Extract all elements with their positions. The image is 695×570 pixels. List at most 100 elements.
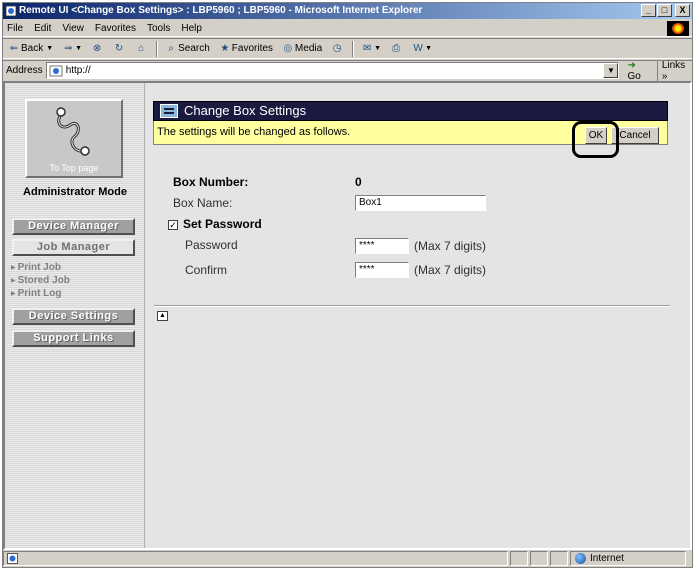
admin-mode-label: Administrator Mode — [23, 186, 127, 198]
forward-dropdown-icon: ▼ — [75, 45, 83, 52]
confirm-hint: (Max 7 digits) — [414, 263, 487, 277]
box-number-label: Box Number: — [173, 175, 249, 189]
search-icon: ⌕ — [168, 42, 174, 54]
forward-button[interactable]: ⇒ ▼ — [61, 43, 82, 55]
menu-file[interactable]: File — [7, 23, 23, 34]
edit-dropdown-icon: ▼ — [425, 45, 433, 52]
ie-page-icon — [5, 5, 17, 17]
ok-highlight-callout — [572, 121, 619, 158]
history-icon: ◷ — [332, 42, 342, 54]
toolbar-separator — [156, 40, 159, 57]
security-zone: Internet — [570, 551, 686, 566]
status-bar: Internet — [3, 550, 692, 567]
window-controls: _ □ X — [641, 4, 690, 17]
address-label: Address — [6, 65, 43, 76]
minimize-button[interactable]: _ — [641, 4, 656, 17]
search-button[interactable]: ⌕ Search — [164, 43, 210, 55]
media-icon: ◎ — [283, 42, 293, 54]
to-top-label: To Top page — [49, 163, 99, 173]
set-password-checkbox[interactable]: ✓ — [168, 220, 178, 230]
mail-dropdown-icon: ▼ — [374, 45, 382, 52]
go-button[interactable]: ➜ Go — [627, 60, 650, 82]
window-title: Remote UI <Change Box Settings> : LBP596… — [19, 5, 423, 16]
address-bar: Address http:// ▼ ➜ Go Links » — [3, 59, 692, 82]
notice-text: The settings will be changed as follows. — [157, 126, 351, 138]
page-icon — [49, 65, 63, 76]
close-button[interactable]: X — [675, 4, 690, 17]
go-arrow-icon: ➜ — [627, 59, 636, 71]
confirm-label: Confirm — [185, 263, 228, 277]
sidebar: To Top page Administrator Mode Device Ma… — [5, 83, 145, 548]
search-label: Search — [178, 43, 210, 54]
device-manager-button[interactable]: Device Manager — [12, 218, 135, 235]
page-status-icon — [7, 553, 18, 564]
menu-tools[interactable]: Tools — [147, 23, 170, 34]
box-name-label: Box Name: — [173, 196, 233, 210]
stop-button[interactable]: ⊗ — [90, 43, 104, 55]
job-manager-button[interactable]: Job Manager — [12, 239, 135, 256]
media-label: Media — [294, 43, 323, 54]
menu-help[interactable]: Help — [181, 23, 202, 34]
back-label: Back — [21, 43, 44, 54]
support-links-button[interactable]: Support Links — [12, 330, 135, 347]
page-header: Change Box Settings — [153, 101, 668, 121]
home-icon: ⌂ — [138, 42, 145, 54]
globe-icon — [575, 553, 586, 564]
links-button[interactable]: Links » — [656, 59, 692, 82]
divider — [154, 305, 670, 307]
stored-job-link[interactable]: Stored Job — [11, 275, 70, 286]
browser-window: Remote UI <Change Box Settings> : LBP596… — [2, 2, 693, 568]
print-icon: ⎙ — [392, 42, 401, 54]
password-hint: (Max 7 digits) — [414, 239, 487, 253]
status-text-area — [3, 551, 508, 566]
menu-bar: File Edit View Favorites Tools Help — [3, 20, 692, 37]
toolbar: ⇐ Back ▼ ⇒ ▼ ⊗ ↻ ⌂ ⌕ Search ★ Favorites … — [3, 38, 692, 59]
home-button[interactable]: ⌂ — [134, 43, 148, 55]
favorites-icon: ★ — [220, 42, 230, 54]
box-number-value: 0 — [355, 175, 362, 189]
printer-logo-icon — [56, 107, 90, 156]
confirm-field[interactable]: **** — [355, 262, 409, 278]
refresh-button[interactable]: ↻ — [112, 43, 126, 55]
favorites-button[interactable]: ★ Favorites — [218, 43, 273, 55]
settings-icon — [160, 104, 178, 118]
print-log-link[interactable]: Print Log — [11, 288, 62, 299]
favorites-label: Favorites — [231, 43, 273, 54]
set-password-label: Set Password — [183, 217, 262, 231]
media-button[interactable]: ◎ Media — [281, 42, 323, 55]
back-arrow-icon: ⇐ — [9, 42, 19, 54]
print-job-link[interactable]: Print Job — [11, 262, 61, 273]
forward-arrow-icon: ⇒ — [63, 42, 73, 54]
maximize-button[interactable]: □ — [657, 4, 672, 17]
print-button[interactable]: ⎙ — [389, 43, 403, 55]
go-label: Go — [627, 70, 641, 82]
page-title: Change Box Settings — [184, 103, 307, 118]
password-label: Password — [185, 238, 238, 252]
mail-button[interactable]: ✉ ▼ — [360, 43, 381, 55]
address-dropdown-icon[interactable]: ▼ — [603, 63, 619, 78]
scroll-to-top-icon[interactable]: ▲ — [157, 311, 168, 321]
address-url: http:// — [65, 65, 91, 76]
refresh-icon: ↻ — [114, 42, 124, 54]
status-cell — [510, 551, 528, 566]
main-panel: Change Box Settings The settings will be… — [146, 83, 690, 548]
menu-view[interactable]: View — [62, 23, 84, 34]
ie-throbber-icon — [667, 21, 689, 36]
box-name-field[interactable]: Box1 — [355, 195, 486, 211]
status-cell — [530, 551, 548, 566]
stop-icon: ⊗ — [92, 42, 102, 54]
menu-favorites[interactable]: Favorites — [95, 23, 136, 34]
word-icon: W — [413, 42, 423, 54]
device-settings-button[interactable]: Device Settings — [12, 308, 135, 325]
to-top-page-button[interactable]: To Top page — [25, 99, 123, 178]
mail-icon: ✉ — [362, 42, 372, 54]
menu-edit[interactable]: Edit — [34, 23, 51, 34]
edit-button[interactable]: W ▼ — [411, 43, 432, 55]
zone-label: Internet — [590, 553, 624, 564]
password-field[interactable]: **** — [355, 238, 409, 254]
back-button[interactable]: ⇐ Back ▼ — [7, 43, 53, 55]
address-input[interactable]: http:// ▼ — [45, 62, 620, 79]
page-content: To Top page Administrator Mode Device Ma… — [3, 81, 692, 550]
history-button[interactable]: ◷ — [330, 43, 344, 55]
title-bar: Remote UI <Change Box Settings> : LBP596… — [3, 3, 692, 19]
